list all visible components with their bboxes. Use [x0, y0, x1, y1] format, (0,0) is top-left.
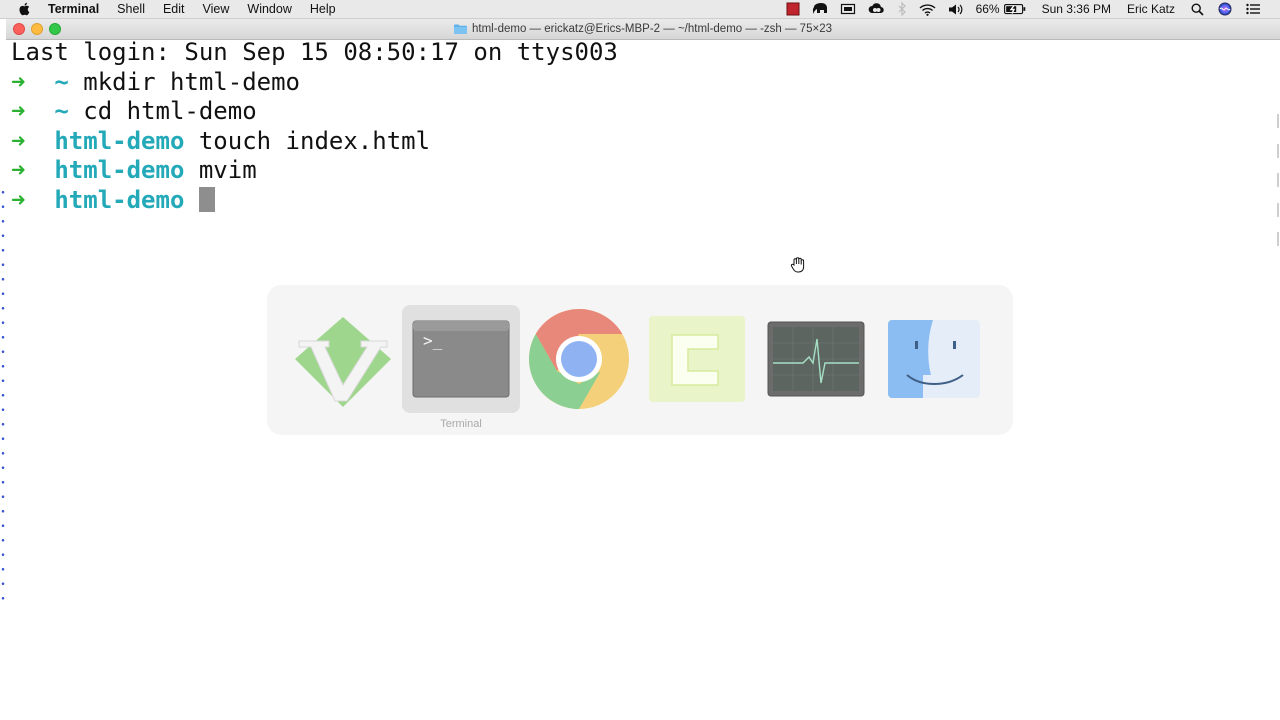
spotlight-search-icon[interactable] [1191, 2, 1204, 16]
terminal-line: ➜ ~ cd html-demo [11, 96, 257, 126]
menu-view[interactable]: View [203, 0, 230, 18]
terminal-line: ➜ html-demo [11, 185, 215, 215]
menu-clock[interactable]: Sun 3:36 PM [1042, 2, 1111, 16]
prompt-dir: html-demo [54, 127, 185, 155]
folder-icon [454, 24, 468, 34]
prompt-arrow: ➜ [11, 156, 26, 184]
terminal-line: ➜ html-demo touch index.html [11, 126, 430, 156]
command-text: touch index.html [198, 127, 431, 155]
menu-help[interactable]: Help [310, 0, 336, 18]
menu-app-terminal[interactable]: Terminal [48, 0, 99, 18]
camtasia-icon [649, 316, 745, 402]
prompt-arrow: ➜ [11, 186, 26, 214]
svg-text:>_: >_ [423, 331, 443, 350]
apple-menu-icon[interactable] [18, 2, 32, 16]
switcher-app-finder[interactable] [875, 305, 993, 413]
command-text: mkdir html-demo [83, 68, 301, 96]
window-title: html-demo — erickatz@Erics-MBP-2 — ~/htm… [472, 23, 832, 35]
menu-edit[interactable]: Edit [163, 0, 185, 18]
command-text: cd html-demo [83, 97, 257, 125]
dotted-edge [0, 185, 6, 605]
chrome-icon [529, 309, 629, 409]
menu-user[interactable]: Eric Katz [1127, 2, 1175, 16]
recording-icon[interactable] [786, 2, 800, 16]
switcher-app-camtasia[interactable] [638, 305, 756, 413]
prompt-dir: ~ [54, 97, 69, 125]
switcher-selected-label: Terminal [440, 418, 482, 430]
siri-icon[interactable] [1218, 2, 1232, 16]
battery-charging-icon[interactable] [1003, 3, 1026, 15]
prompt-dir: html-demo [54, 186, 185, 214]
switcher-app-chrome[interactable] [520, 305, 638, 413]
creative-cloud-icon[interactable] [868, 2, 885, 16]
switcher-app-terminal[interactable]: >_ [402, 305, 520, 413]
menu-shell[interactable]: Shell [117, 0, 145, 18]
prompt-arrow: ➜ [11, 127, 26, 155]
elephant-icon[interactable] [812, 2, 828, 16]
last-login-line: Last login: Sun Sep 15 08:50:17 on ttys0… [11, 38, 618, 66]
app-switcher: >_ Terminal [267, 285, 1013, 435]
wifi-icon[interactable] [919, 3, 936, 16]
screen-capture-icon[interactable] [840, 2, 856, 16]
terminal-app-icon: >_ [412, 320, 510, 398]
prompt-arrow: ➜ [11, 97, 26, 125]
menu-window[interactable]: Window [247, 0, 291, 18]
bluetooth-icon[interactable] [897, 2, 907, 16]
volume-icon[interactable] [948, 3, 964, 16]
prompt-dir: ~ [54, 68, 69, 96]
switcher-app-activity-monitor[interactable] [757, 305, 875, 413]
finder-icon [888, 320, 980, 398]
battery-percent[interactable]: 66% [976, 2, 1000, 16]
hand-cursor-icon [790, 257, 805, 273]
prompt-arrow: ➜ [11, 68, 26, 96]
terminal-cursor [198, 187, 215, 212]
window-title-container: html-demo — erickatz@Erics-MBP-2 — ~/htm… [6, 19, 1280, 39]
vim-icon [295, 317, 391, 407]
menu-bar: Terminal Shell Edit View Window Help 66%… [0, 0, 1280, 19]
terminal-line: ➜ ~ mkdir html-demo [11, 67, 300, 97]
notification-center-icon[interactable] [1246, 3, 1260, 15]
command-text: mvim [198, 156, 257, 184]
terminal-line: ➜ html-demo mvim [11, 155, 257, 185]
prompt-dir: html-demo [54, 156, 185, 184]
activity-monitor-icon [767, 321, 865, 397]
switcher-app-vim[interactable] [284, 305, 402, 413]
